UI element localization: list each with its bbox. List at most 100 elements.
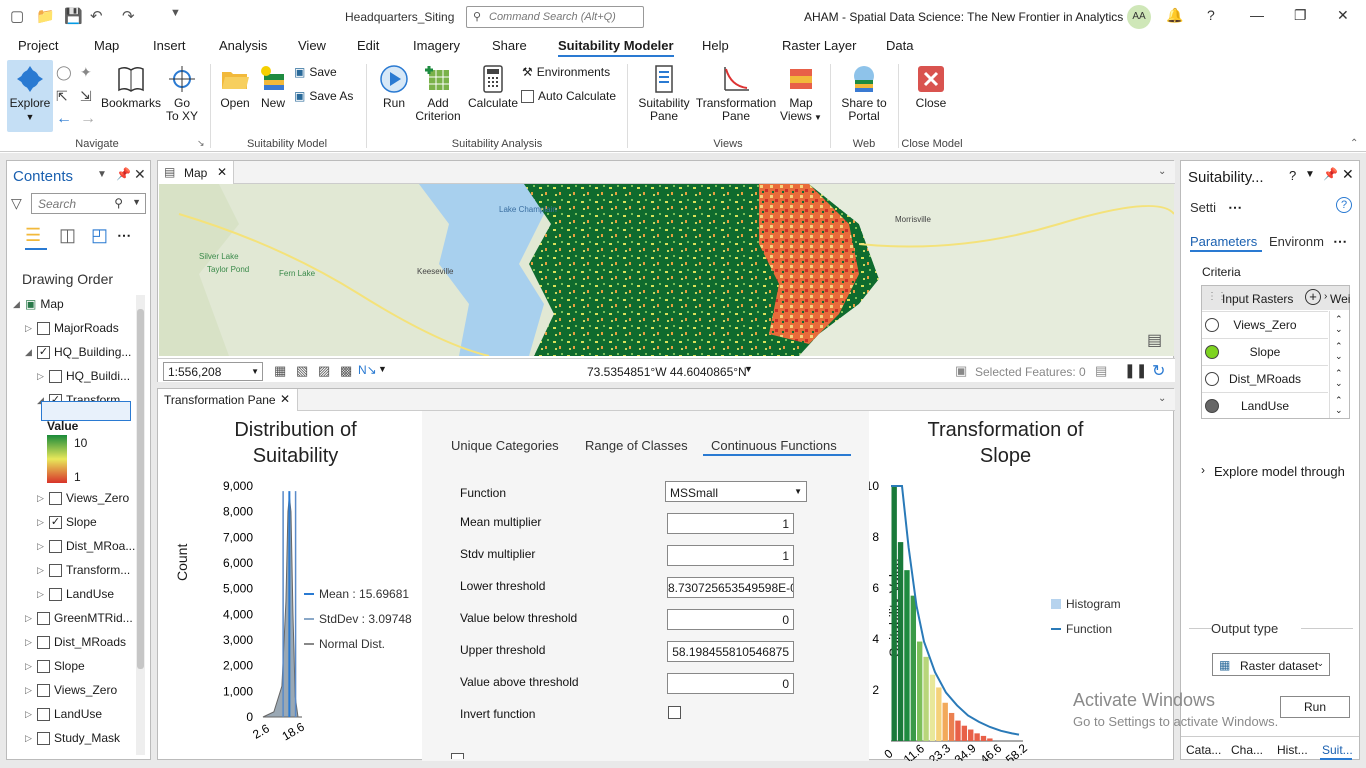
map-tab-menu-icon[interactable]: ⌄ [1158, 166, 1166, 177]
layer-item[interactable]: ◢ ▣ Map [13, 297, 64, 311]
layer-visibility-checkbox[interactable] [37, 731, 50, 745]
share-to-portal-button[interactable]: Share to Portal [838, 64, 890, 123]
expand-arrow-icon[interactable]: ▷ [37, 371, 45, 382]
customize-toolbar-icon[interactable]: ▼ [170, 7, 181, 19]
layer-visibility-checkbox[interactable] [37, 683, 50, 697]
contents-scrollbar[interactable] [136, 295, 145, 755]
tab-continuous-functions[interactable]: Continuous Functions [711, 438, 837, 453]
tab-environments[interactable]: Environm [1269, 234, 1324, 249]
command-search-input[interactable]: ⚲ Command Search (Alt+Q) [466, 6, 644, 28]
explore-model-label[interactable]: Explore model through [1214, 464, 1345, 479]
pane-menu-icon[interactable]: ▼ [97, 169, 107, 180]
undo-icon[interactable]: ↶ [90, 7, 103, 25]
next-extent-icon[interactable]: → [80, 110, 96, 128]
environments-button[interactable]: ⚒ Environments [522, 65, 610, 79]
run-button[interactable]: Run [1280, 696, 1350, 718]
layer-item[interactable]: ▷ ✓ Slope [37, 515, 97, 529]
layer-visibility-checkbox[interactable] [37, 635, 50, 649]
filter-icon[interactable]: ▽ [11, 195, 22, 212]
tab-project[interactable]: Project [18, 38, 58, 53]
expand-arrow-icon[interactable]: ▷ [37, 493, 45, 504]
list-by-source-icon[interactable]: ◫ [59, 225, 76, 246]
layer-visibility-checkbox[interactable] [37, 321, 50, 335]
criteria-row[interactable]: Slope ⌃ ⌄ [1202, 338, 1343, 364]
expand-arrow-icon[interactable]: ▷ [37, 541, 45, 552]
mean-multiplier-input[interactable]: 1 [667, 513, 794, 534]
value-above-threshold-input[interactable]: 0 [667, 673, 794, 694]
invert-function-checkbox[interactable] [668, 706, 681, 719]
lower-threshold-input[interactable]: 8.730725653549598E-07 [667, 577, 794, 598]
layer-visibility-checkbox[interactable]: ✓ [49, 515, 62, 529]
search-options-icon[interactable]: ▼ [132, 197, 141, 207]
layer-item[interactable]: ▷ MajorRoads [25, 321, 119, 335]
expand-arrow-icon[interactable]: ▷ [37, 589, 45, 600]
settings-more-icon[interactable]: ⋯ [1228, 199, 1242, 216]
selection-icon[interactable]: ▣ [955, 363, 967, 379]
coordinate-format-icon[interactable]: ▼ [744, 364, 753, 374]
tab-range-of-classes[interactable]: Range of Classes [585, 438, 688, 453]
expand-arrow-icon[interactable]: ▷ [37, 517, 45, 528]
grid-icon[interactable]: ▦ [274, 363, 286, 379]
tab-analysis[interactable]: Analysis [219, 38, 267, 53]
tab-catalog[interactable]: Cata... [1186, 743, 1221, 757]
layer-item[interactable]: ▷ Views_Zero [25, 683, 117, 697]
map-views-button[interactable]: Map Views ▼ [780, 64, 822, 124]
pane-menu-icon[interactable]: ▼ [1305, 169, 1315, 180]
layer-visibility-checkbox[interactable] [37, 707, 50, 721]
close-map-tab-icon[interactable]: ✕ [217, 165, 227, 179]
layer-item[interactable]: ▷ Study_Mask [25, 731, 120, 745]
add-criterion-button[interactable]: Add Criterion [414, 64, 462, 123]
clear-selection-icon[interactable]: ▤ [1095, 363, 1107, 379]
tab-help[interactable]: Help [702, 38, 729, 53]
tabs-more-icon[interactable]: ⋯ [1333, 233, 1347, 250]
tab-share[interactable]: Share [492, 38, 527, 53]
layer-item[interactable]: ▷ HQ_Buildi... [37, 369, 130, 383]
north-icon[interactable]: N↘ [358, 363, 377, 377]
new-model-button[interactable]: New [256, 64, 290, 110]
cut-off-checkbox[interactable] [451, 753, 464, 759]
tab-raster-layer[interactable]: Raster Layer [782, 38, 856, 53]
add-raster-icon[interactable]: + [1305, 289, 1321, 305]
close-suitability-pane-icon[interactable]: ✕ [1342, 166, 1354, 183]
function-dropdown[interactable]: MSSmall ▼ [665, 481, 807, 502]
save-model-button[interactable]: ▣ Save [294, 65, 337, 79]
tab-insert[interactable]: Insert [153, 38, 186, 53]
close-window-icon[interactable]: ✕ [1337, 7, 1349, 24]
info-icon[interactable]: ? [1336, 197, 1352, 213]
expand-arrow-icon[interactable]: ◢ [25, 347, 33, 358]
criteria-row[interactable]: Dist_MRoads ⌃ ⌄ [1202, 365, 1343, 391]
constraints-icon[interactable]: ▩ [340, 363, 352, 379]
layer-visibility-checkbox[interactable] [49, 491, 62, 505]
pin-icon[interactable]: 📌 [1323, 167, 1338, 181]
list-by-selection-icon[interactable]: ◰ [91, 225, 108, 246]
layer-item[interactable]: ▷ LandUse [25, 707, 102, 721]
expand-icon[interactable]: › [1201, 463, 1205, 477]
tab-suitability-modeler[interactable]: Suitability Modeler [558, 38, 674, 57]
tab-transformation-pane[interactable]: Transformation Pane ✕ [158, 389, 298, 411]
upper-threshold-input[interactable]: 58.198455810546875 [667, 641, 794, 662]
layer-item[interactable]: ▷ Slope [25, 659, 85, 673]
go-to-xy-button[interactable]: Go To XY [164, 64, 200, 123]
open-project-icon[interactable]: 📁 [36, 7, 55, 25]
tab-suitability[interactable]: Suit... [1322, 743, 1353, 757]
close-model-button[interactable]: Close [908, 64, 954, 110]
redo-icon[interactable]: ↷ [122, 7, 135, 25]
layer-item[interactable]: ▷ GreenMTRid... [25, 611, 133, 625]
open-model-button[interactable]: Open [217, 64, 253, 110]
snapping-icon[interactable]: ▨ [318, 363, 330, 379]
tab-parameters[interactable]: Parameters [1190, 234, 1257, 249]
zoom-in-fixed-icon[interactable]: ⇲ [80, 88, 92, 105]
table-icon[interactable]: ▧ [296, 363, 308, 379]
layer-visibility-checkbox[interactable] [49, 539, 62, 553]
layer-visibility-checkbox[interactable] [37, 611, 50, 625]
expand-arrow-icon[interactable]: ▷ [25, 709, 33, 720]
tab-history[interactable]: Hist... [1277, 743, 1308, 757]
criteria-row[interactable]: Views_Zero ⌃ ⌄ [1202, 311, 1343, 337]
save-as-model-button[interactable]: ▣ Save As [294, 89, 353, 103]
help-icon[interactable]: ? [1207, 7, 1215, 23]
layer-item[interactable]: ▷ Transform... [37, 563, 130, 577]
value-below-threshold-input[interactable]: 0 [667, 609, 794, 630]
settings-label[interactable]: Setti [1190, 200, 1216, 215]
layer-visibility-checkbox[interactable] [49, 563, 62, 577]
contents-search-input[interactable]: Search ⚲ ▼ [31, 193, 146, 214]
